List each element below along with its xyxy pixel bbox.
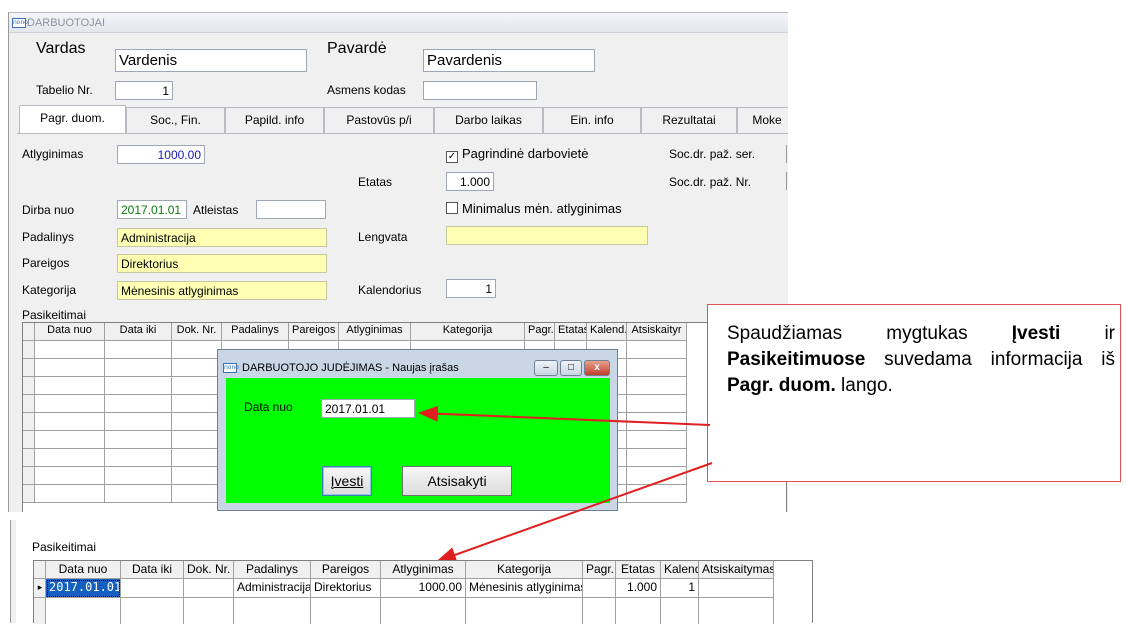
arrow-to-salary-column bbox=[436, 462, 713, 563]
column-header[interactable]: Atsiskaitymas bbox=[699, 561, 774, 579]
table-cell[interactable] bbox=[699, 579, 774, 598]
table-cell[interactable] bbox=[583, 579, 616, 598]
table-cell[interactable]: 1000.00 bbox=[381, 579, 466, 598]
row-indicator-icon: ▸ bbox=[34, 579, 46, 598]
column-header[interactable]: Atlyginimas bbox=[381, 561, 466, 579]
row-indicator-header bbox=[34, 561, 46, 579]
table-cell[interactable] bbox=[311, 598, 381, 624]
column-header[interactable]: Etatas bbox=[616, 561, 661, 579]
row-indicator[interactable] bbox=[34, 598, 46, 624]
table-cell[interactable] bbox=[583, 598, 616, 624]
table-cell[interactable] bbox=[121, 598, 184, 624]
table-cell[interactable] bbox=[234, 598, 311, 624]
column-header[interactable]: Data nuo bbox=[46, 561, 121, 579]
table-cell[interactable] bbox=[184, 598, 234, 624]
column-header[interactable]: Padalinys bbox=[234, 561, 311, 579]
changes-grid-filled[interactable]: ▸ Data nuo 2017.01.01 Data iki Dok. Nr. Padal… bbox=[33, 560, 813, 624]
window-edge bbox=[10, 520, 16, 623]
table-cell[interactable]: 1 bbox=[661, 579, 699, 598]
table-cell[interactable] bbox=[466, 598, 583, 624]
table-cell[interactable] bbox=[616, 598, 661, 624]
table-cell[interactable]: 1.000 bbox=[616, 579, 661, 598]
table-cell[interactable] bbox=[661, 598, 699, 624]
column-header[interactable]: Kalend. bbox=[661, 561, 699, 579]
pasikeitimai-label: Pasikeitimai bbox=[32, 540, 97, 554]
column-header[interactable]: Data iki bbox=[121, 561, 184, 579]
column-header[interactable]: Kategorija bbox=[466, 561, 583, 579]
table-cell[interactable]: Administracija bbox=[234, 579, 311, 598]
column-header[interactable]: Dok. Nr. bbox=[184, 561, 234, 579]
arrow-to-date-field bbox=[418, 405, 711, 426]
table-cell[interactable]: 2017.01.01 bbox=[46, 579, 121, 598]
table-cell[interactable]: Direktorius bbox=[311, 579, 381, 598]
table-cell[interactable] bbox=[121, 579, 184, 598]
table-cell[interactable] bbox=[699, 598, 774, 624]
column-header[interactable]: Pareigos bbox=[311, 561, 381, 579]
annotation-arrows bbox=[418, 405, 713, 563]
table-cell[interactable] bbox=[184, 579, 234, 598]
table-cell[interactable] bbox=[381, 598, 466, 624]
table-cell[interactable]: Mėnesinis atlyginimas bbox=[466, 579, 583, 598]
table-cell[interactable] bbox=[46, 598, 121, 624]
column-header[interactable]: Pagr. bbox=[583, 561, 616, 579]
